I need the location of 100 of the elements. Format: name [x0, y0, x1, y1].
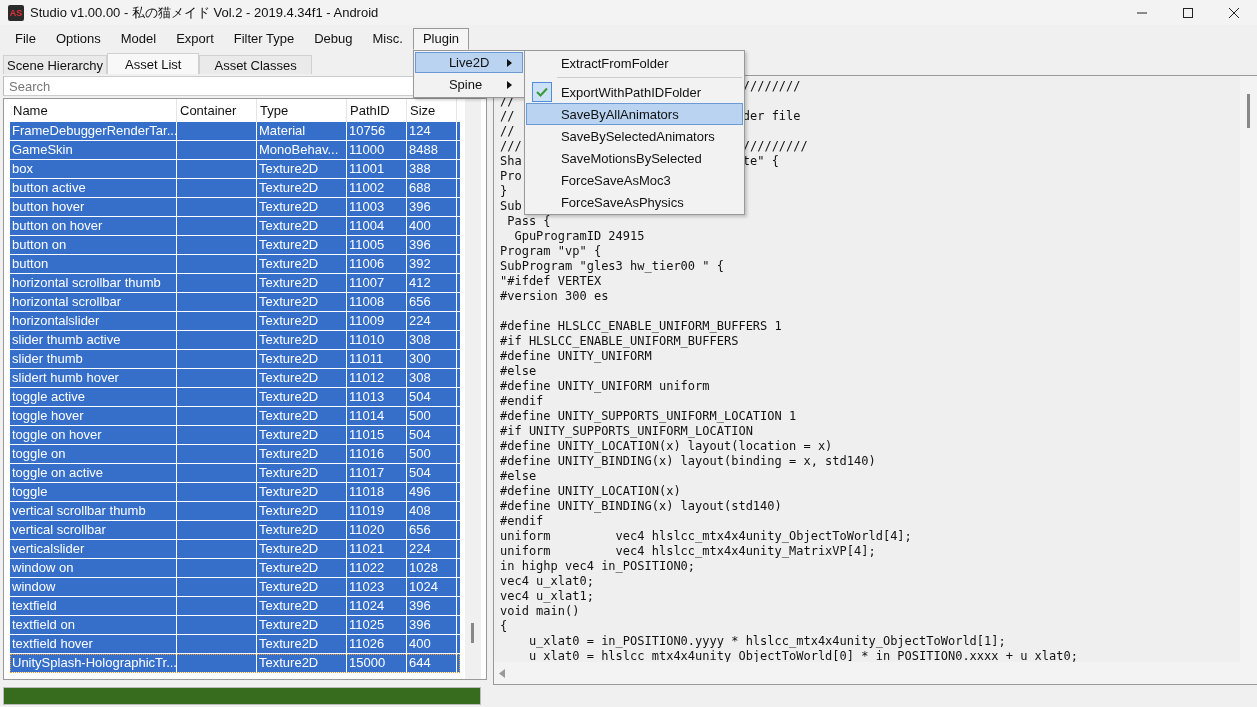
menu-item[interactable]: Model [110, 28, 167, 50]
table-cell: 408 [409, 503, 431, 518]
table-cell: window on [12, 560, 74, 575]
table-row[interactable]: slider thumb active Texture2D 11010 308 [10, 331, 460, 350]
code-line: te" { [742, 154, 779, 169]
table-row[interactable]: button on hover Texture2D 11004 400 [10, 217, 460, 236]
table-row[interactable]: button active Texture2D 11002 688 [10, 179, 460, 198]
table-cell: 412 [409, 275, 431, 290]
table-row[interactable]: textfield Texture2D 11024 396 [10, 597, 460, 616]
table-cell: 11014 [349, 408, 385, 423]
close-icon [1228, 6, 1240, 19]
code-line: #define UNITY_UNIFORM [500, 349, 652, 364]
table-cell: Texture2D [259, 503, 319, 518]
table-row[interactable]: textfield hover Texture2D 11026 400 [10, 635, 460, 654]
table-cell: 300 [409, 351, 431, 366]
table-cell: 11006 [349, 256, 385, 271]
code-line: Pro [500, 169, 522, 184]
table-row[interactable]: toggle active Texture2D 11013 504 [10, 388, 460, 407]
table-row[interactable]: horizontalslider Texture2D 11009 224 [10, 312, 460, 331]
code-line: u_xlat0 = in_POSITION0.yyyy * hlslcc_mtx4x4unity_ObjectToWorld[1]; [527, 634, 1006, 649]
code-line: #version 300 es [500, 289, 609, 304]
table-cell: Texture2D [259, 617, 319, 632]
table-row[interactable]: window Texture2D 11023 1024 [10, 578, 460, 597]
table-row[interactable]: button on Texture2D 11005 396 [10, 236, 460, 255]
table-row[interactable]: UnitySplash-HolographicTr... Texture2D 15000 644 [10, 654, 460, 673]
table-cell: vertical scrollbar [12, 522, 106, 537]
menu-item[interactable]: Live2D [414, 52, 523, 73]
table-cell: 11016 [349, 446, 385, 461]
table-cell: 388 [409, 161, 431, 176]
table-row[interactable]: toggle on hover Texture2D 11015 504 [10, 426, 460, 445]
menu-item[interactable]: SaveByAllAnimators [525, 103, 743, 125]
code-line: #else [500, 469, 537, 484]
menu-item[interactable]: Debug [304, 28, 363, 50]
code-line: } [500, 184, 508, 199]
checkmark-icon [531, 82, 552, 102]
table-cell: button [12, 256, 49, 271]
table-row[interactable]: window on Texture2D 11022 1028 [10, 559, 460, 578]
menu-item[interactable]: ExportWithPathIDFolder [525, 81, 743, 103]
table-cell: Texture2D [259, 199, 319, 214]
table-cell: 396 [409, 199, 431, 214]
table-row[interactable]: horizontal scrollbar Texture2D 11008 656 [10, 293, 460, 312]
table-cell: toggle on hover [12, 427, 102, 442]
table-row[interactable]: verticalslider Texture2D 11021 224 [10, 540, 460, 559]
menu-item[interactable]: Misc. [362, 28, 413, 50]
code-line: #endif [500, 514, 544, 529]
table-cell: 11000 [349, 142, 385, 157]
table-row[interactable]: horizontal scrollbar thumb Texture2D 11007 412 [10, 274, 460, 293]
table-row[interactable]: slidert humb hover Texture2D 11012 308 [10, 369, 460, 388]
code-line: //////// [742, 79, 801, 94]
table-cell: Texture2D [259, 256, 319, 271]
scrollbar-thumb[interactable] [1247, 94, 1250, 128]
table-cell: 656 [409, 294, 431, 309]
menu-item[interactable]: Filter Type [223, 28, 305, 50]
table-row[interactable]: toggle on active Texture2D 11017 504 [10, 464, 460, 483]
table-cell: verticalslider [12, 541, 85, 556]
table-row[interactable]: slider thumb Texture2D 11011 300 [10, 350, 460, 369]
tab[interactable]: Asset Classes [199, 55, 312, 74]
table-row[interactable]: GameSkin MonoBehav... 11000 8488 [10, 141, 460, 160]
table-cell: 8488 [409, 142, 438, 157]
menu-item[interactable]: SaveBySelectedAnimators [525, 125, 743, 147]
table-row[interactable]: toggle Texture2D 11018 496 [10, 483, 460, 502]
table-cell: 224 [409, 313, 431, 328]
table-cell: textfield hover [12, 636, 93, 651]
menu-item[interactable]: ForceSaveAsPhysics [525, 191, 743, 213]
tab[interactable]: Scene Hierarchy [3, 55, 108, 74]
menu-item[interactable]: SaveMotionsBySelected [525, 147, 743, 169]
menu-item[interactable]: Options [45, 28, 111, 50]
table-row[interactable]: textfield on Texture2D 11025 396 [10, 616, 460, 635]
code-line: void main() [500, 604, 580, 619]
code-line: SubProgram "gles3 hw_tier00 " { [500, 259, 724, 274]
table-cell: slider thumb active [12, 332, 121, 347]
table-row[interactable]: vertical scrollbar Texture2D 11020 656 [10, 521, 460, 540]
table-row[interactable]: FrameDebuggerRenderTar... Material 10756 124 [10, 122, 460, 141]
table-row[interactable]: vertical scrollbar thumb Texture2D 11019 408 [10, 502, 460, 521]
table-row[interactable]: button Texture2D 11006 392 [10, 255, 460, 274]
table-cell: 504 [409, 465, 431, 480]
table-cell: textfield [12, 598, 57, 613]
table-cell: 11020 [349, 522, 385, 537]
menu-item[interactable]: File [5, 28, 46, 50]
scrollbar-thumb[interactable] [471, 623, 474, 643]
table-cell: slidert humb hover [12, 370, 119, 385]
table-cell: 11002 [349, 180, 385, 195]
table-cell: window [12, 579, 56, 594]
menu-item[interactable]: Export [166, 28, 224, 50]
table-cell: button on [12, 237, 67, 252]
code-line: Sha [500, 154, 522, 169]
menu-item[interactable]: Plugin [412, 28, 469, 50]
tab[interactable]: Asset List [107, 53, 200, 74]
table-cell: 11022 [349, 560, 385, 575]
menu-item[interactable]: ExtractFromFolder [525, 52, 743, 74]
table-row[interactable]: toggle on Texture2D 11016 500 [10, 445, 460, 464]
table-cell: 15000 [349, 655, 386, 670]
code-line: #if HLSLCC_ENABLE_UNIFORM_BUFFERS [500, 334, 739, 349]
table-row[interactable]: box Texture2D 11001 388 [10, 160, 460, 179]
table-cell: 11023 [349, 579, 385, 594]
table-row[interactable]: toggle hover Texture2D 11014 500 [10, 407, 460, 426]
table-row[interactable]: button hover Texture2D 11003 396 [10, 198, 460, 217]
menu-item[interactable]: ForceSaveAsMoc3 [525, 169, 743, 191]
scroll-left-icon[interactable] [499, 668, 505, 678]
table-cell: 11015 [349, 427, 385, 442]
